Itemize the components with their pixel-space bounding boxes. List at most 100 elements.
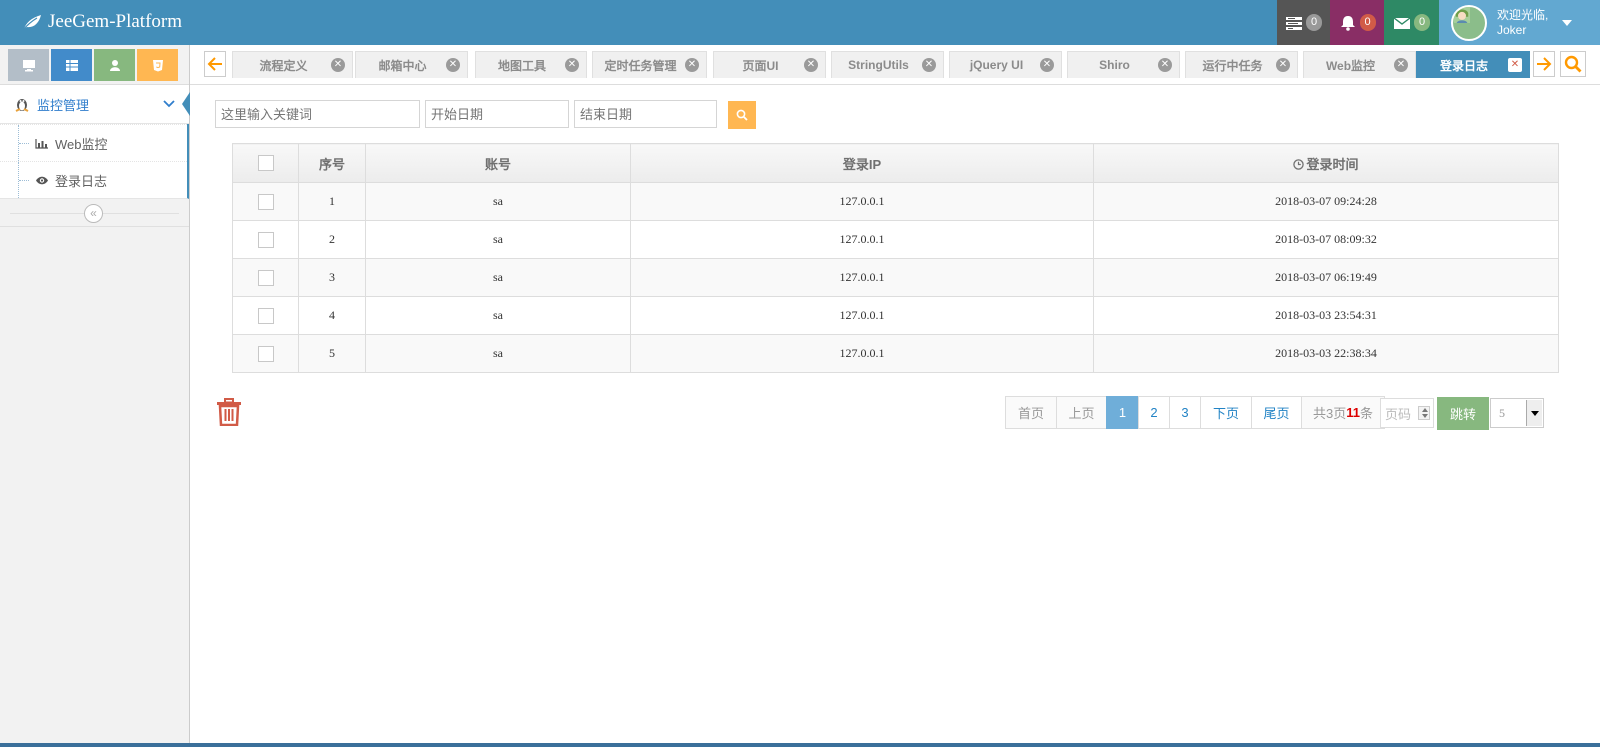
arrow-right-icon [1537, 57, 1552, 71]
first-page-button[interactable]: 首页 [1005, 396, 1057, 429]
page-size-select[interactable]: 5 [1490, 398, 1544, 428]
total-pages-text: 共3页 [1313, 406, 1347, 421]
page-size-value: 5 [1499, 405, 1505, 420]
tab-label: 页面UI [742, 58, 779, 73]
bar-chart-icon [35, 138, 48, 149]
select-all-cell [232, 143, 299, 183]
close-icon[interactable]: ✕ [804, 58, 818, 72]
row-checkbox[interactable] [257, 269, 274, 286]
cell-no: 2 [298, 220, 366, 259]
double-left-icon[interactable]: « [84, 204, 103, 223]
cell-account: sa [365, 258, 631, 297]
notifications-dropdown[interactable]: 0 [1330, 0, 1384, 45]
table-row[interactable]: 3 sa 127.0.0.1 2018-03-07 06:19:49 [232, 258, 1559, 297]
select-all-checkbox[interactable] [257, 155, 274, 172]
page-1-button[interactable]: 1 [1106, 396, 1139, 429]
tasks-dropdown[interactable]: 0 [1277, 0, 1330, 45]
prev-page-button[interactable]: 上页 [1056, 396, 1107, 429]
tab-map-tools[interactable]: 地图工具 ✕ [475, 51, 587, 78]
shortcut-desktop[interactable] [8, 49, 49, 81]
chevron-down-icon [163, 100, 175, 108]
search-icon [1564, 55, 1582, 73]
user-menu[interactable]: 欢迎光临, Joker [1439, 0, 1600, 45]
sidebar-collapse-bar: « [0, 199, 189, 227]
close-icon[interactable]: ✕ [1394, 58, 1408, 72]
sidebar-item-label: Web监控 [55, 136, 108, 152]
spinner-icon[interactable] [1418, 406, 1430, 420]
tab-stringutils[interactable]: StringUtils ✕ [831, 51, 944, 78]
tab-scheduled-tasks[interactable]: 定时任务管理 ✕ [592, 51, 707, 78]
messages-dropdown[interactable]: 0 [1384, 0, 1439, 45]
row-checkbox[interactable] [257, 193, 274, 210]
dropdown-arrow-icon [1526, 400, 1542, 426]
shortcut-user[interactable] [94, 49, 135, 81]
tab-jquery-ui[interactable]: jQuery UI ✕ [949, 51, 1062, 78]
sidebar-item-web-monitor[interactable]: Web监控 [0, 124, 187, 161]
taskbar-strip [0, 743, 1600, 747]
table-row[interactable]: 5 sa 127.0.0.1 2018-03-03 22:38:34 [232, 334, 1559, 373]
row-checkbox[interactable] [257, 231, 274, 248]
user-icon [109, 59, 120, 71]
start-date-input[interactable] [425, 100, 569, 128]
tab-process-definition[interactable]: 流程定义 ✕ [232, 51, 353, 78]
shortcut-list[interactable] [51, 49, 92, 81]
desktop-icon [22, 59, 35, 71]
tab-label: Shiro [1099, 58, 1130, 72]
top-navbar: JeeGem-Platform 0 0 0 欢迎光临, Joker [0, 0, 1600, 45]
close-icon[interactable]: ✕ [565, 58, 579, 72]
row-checkbox[interactable] [257, 345, 274, 362]
end-date-input[interactable] [574, 100, 717, 128]
tab-label: 邮箱中心 [378, 58, 427, 73]
table-row[interactable]: 1 sa 127.0.0.1 2018-03-07 09:24:28 [232, 182, 1559, 221]
cell-time: 2018-03-07 08:09:32 [1093, 220, 1559, 259]
table-header-row: 序号 账号 登录IP 登录时间 [232, 143, 1559, 183]
tab-login-log[interactable]: 登录日志 ✕ [1416, 51, 1530, 78]
sidebar-shortcuts [0, 45, 189, 85]
search-icon [736, 109, 748, 121]
close-icon[interactable]: ✕ [446, 58, 460, 72]
tab-label: 登录日志 [1439, 58, 1488, 73]
cell-ip: 127.0.0.1 [630, 258, 1094, 297]
row-checkbox-cell [232, 258, 299, 297]
cell-time: 2018-03-03 22:38:34 [1093, 334, 1559, 373]
row-checkbox-cell [232, 182, 299, 221]
row-checkbox[interactable] [257, 307, 274, 324]
tab-web-monitor[interactable]: Web监控 ✕ [1303, 51, 1416, 78]
menu-monitoring[interactable]: 监控管理 [0, 85, 190, 124]
page-3-button[interactable]: 3 [1169, 396, 1201, 429]
close-icon[interactable]: ✕ [1276, 58, 1290, 72]
close-icon[interactable]: ✕ [1508, 58, 1522, 72]
username: Joker [1497, 22, 1527, 37]
tab-shiro[interactable]: Shiro ✕ [1067, 51, 1180, 78]
search-button[interactable] [728, 101, 756, 129]
tab-search-button[interactable] [1560, 51, 1586, 77]
table-row[interactable]: 4 sa 127.0.0.1 2018-03-03 23:54:31 [232, 296, 1559, 335]
last-page-button[interactable]: 尾页 [1251, 396, 1302, 429]
close-icon[interactable]: ✕ [685, 58, 699, 72]
tab-mail-center[interactable]: 邮箱中心 ✕ [355, 51, 468, 78]
shortcut-html5[interactable] [137, 49, 178, 81]
tab-label: 定时任务管理 [604, 58, 677, 73]
table-row[interactable]: 2 sa 127.0.0.1 2018-03-07 08:09:32 [232, 220, 1559, 259]
close-icon[interactable]: ✕ [1040, 58, 1054, 72]
close-icon[interactable]: ✕ [922, 58, 936, 72]
brand-name: JeeGem-Platform [48, 11, 183, 32]
caret-down-icon [1562, 19, 1573, 26]
cell-ip: 127.0.0.1 [630, 182, 1094, 221]
close-icon[interactable]: ✕ [1158, 58, 1172, 72]
tab-page-ui[interactable]: 页面UI ✕ [713, 51, 826, 78]
tab-label: Web监控 [1325, 58, 1376, 73]
tab-scroll-left[interactable] [204, 51, 226, 77]
cell-account: sa [365, 334, 631, 373]
next-page-button[interactable]: 下页 [1200, 396, 1252, 429]
go-button[interactable]: 跳转 [1437, 397, 1489, 430]
page-number-input[interactable]: 页码 [1380, 398, 1434, 428]
close-icon[interactable]: ✕ [331, 58, 345, 72]
tab-running-tasks[interactable]: 运行中任务 ✕ [1185, 51, 1298, 78]
sidebar-item-login-log[interactable]: 登录日志 [0, 161, 187, 198]
keyword-input[interactable] [215, 100, 420, 128]
page-2-button[interactable]: 2 [1138, 396, 1170, 429]
brand[interactable]: JeeGem-Platform [22, 10, 182, 34]
trash-icon[interactable] [216, 398, 242, 426]
tab-scroll-right[interactable] [1533, 51, 1555, 77]
